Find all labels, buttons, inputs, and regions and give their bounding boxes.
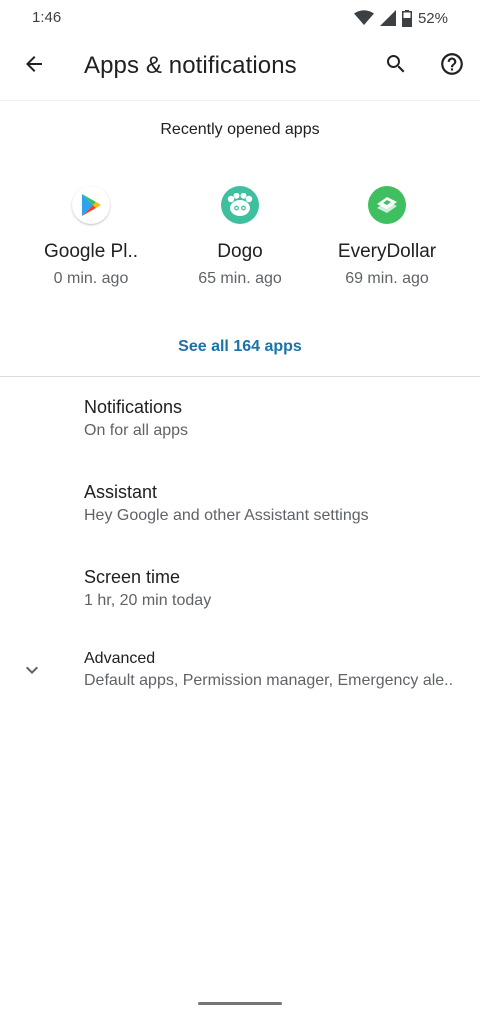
pref-notifications[interactable]: Notifications On for all apps	[0, 390, 480, 470]
everydollar-icon	[368, 186, 406, 224]
see-all-apps-link[interactable]: See all 164 apps	[0, 338, 480, 356]
status-time: 1:46	[32, 9, 62, 26]
help-icon	[439, 51, 465, 82]
search-icon	[384, 52, 408, 81]
recent-app-name: EveryDollar	[337, 241, 437, 262]
pref-title: Assistant	[84, 482, 158, 502]
recent-app-name: Google Pl..	[44, 241, 138, 262]
play-store-icon	[72, 186, 110, 224]
status-icons: 52%	[353, 8, 448, 28]
search-button[interactable]	[376, 46, 416, 86]
chevron-down-icon	[20, 658, 44, 682]
help-button[interactable]	[432, 46, 472, 86]
battery-icon	[401, 9, 412, 27]
pref-title: Notifications	[84, 397, 183, 417]
wifi-icon	[353, 10, 374, 26]
recent-app-time: 65 min. ago	[198, 270, 282, 287]
pref-summary: Default apps, Permission manager, Emerge…	[84, 672, 454, 689]
pref-screen-time[interactable]: Screen time 1 hr, 20 min today	[0, 560, 480, 640]
pref-assistant[interactable]: Assistant Hey Google and other Assistant…	[0, 475, 480, 555]
recent-app-dogo[interactable]: Dogo 65 min. ago	[165, 186, 315, 296]
app-bar: Apps & notifications	[0, 36, 480, 100]
arrow-back-icon	[22, 52, 46, 81]
status-bar: 1:46 52%	[0, 0, 480, 36]
cell-signal-icon	[379, 10, 396, 26]
appbar-divider	[0, 100, 480, 101]
battery-percent: 52%	[417, 9, 448, 27]
page-title: Apps & notifications	[84, 52, 297, 79]
pref-summary: On for all apps	[84, 422, 189, 439]
gesture-nav-handle[interactable]	[198, 1002, 282, 1005]
recent-apps-header: Recently opened apps	[160, 121, 320, 138]
pref-summary: Hey Google and other Assistant settings	[84, 507, 369, 524]
recent-app-name: Dogo	[217, 241, 263, 262]
recent-app-time: 69 min. ago	[345, 270, 429, 287]
recent-app-everydollar[interactable]: EveryDollar 69 min. ago	[312, 186, 462, 296]
back-button[interactable]	[14, 46, 54, 86]
pref-advanced[interactable]: Advanced Default apps, Permission manage…	[0, 642, 480, 722]
pref-title: Screen time	[84, 567, 181, 587]
recent-app-google-play[interactable]: Google Pl.. 0 min. ago	[16, 186, 166, 296]
section-divider	[0, 376, 480, 377]
dogo-icon	[221, 186, 259, 224]
pref-summary: 1 hr, 20 min today	[84, 592, 212, 609]
recent-app-time: 0 min. ago	[53, 270, 129, 287]
recent-apps: Google Pl.. 0 min. ago Dogo 65 min. ago	[0, 186, 480, 296]
pref-title: Advanced	[84, 650, 156, 667]
